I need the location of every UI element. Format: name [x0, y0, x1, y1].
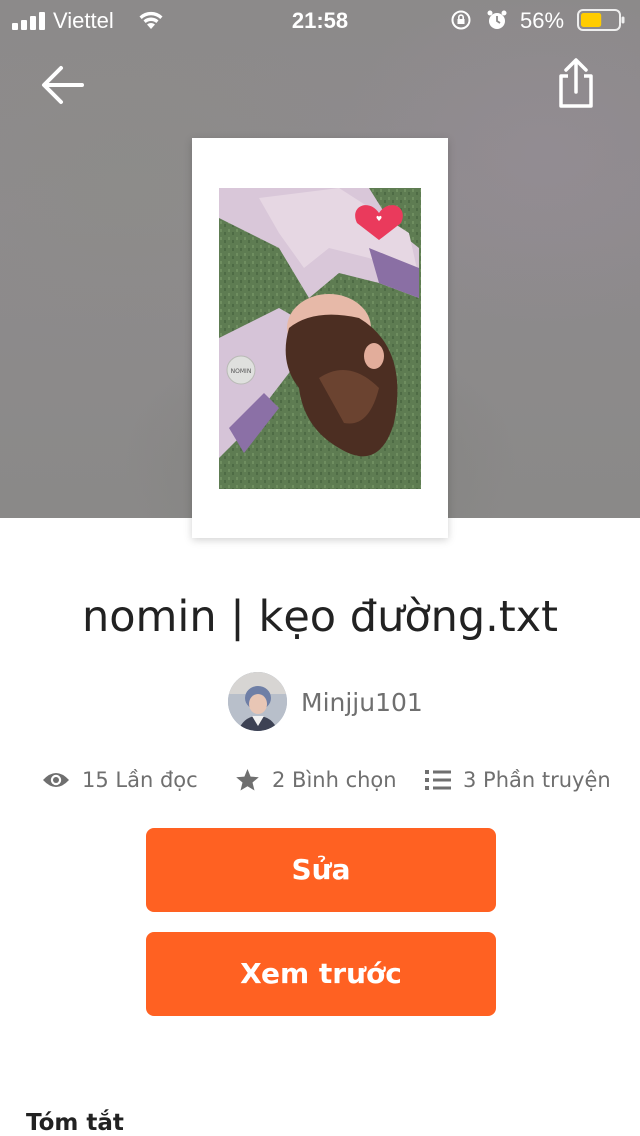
edit-button[interactable]: Sửa: [146, 828, 496, 912]
avatar[interactable]: [228, 672, 287, 731]
svg-text:♥: ♥: [376, 215, 382, 223]
share-button[interactable]: [552, 56, 600, 112]
battery-icon: [577, 9, 625, 31]
reads-stat: 15 Lần đọc: [42, 760, 198, 800]
rotation-lock-icon: [451, 10, 471, 30]
eye-icon: [43, 773, 69, 787]
arrow-left-icon: [42, 66, 84, 104]
story-stats: 15 Lần đọc 2 Bình chọn 3 Phần truyện: [0, 760, 640, 800]
story-cover[interactable]: ♥ NOMIN: [192, 138, 448, 538]
parts-count: 3 Phần truyện: [463, 768, 611, 792]
battery-percentage: 56%: [520, 8, 565, 33]
share-icon: [559, 58, 593, 108]
story-title: nomin | kẹo đường.txt: [81, 592, 559, 642]
preview-button[interactable]: Xem trước: [146, 932, 496, 1016]
author-name[interactable]: Minjju101: [301, 688, 423, 717]
star-icon: [236, 769, 259, 791]
votes-stat: 2 Bình chọn: [235, 760, 397, 800]
votes-count: 2 Bình chọn: [272, 768, 397, 792]
back-button[interactable]: [38, 60, 88, 110]
story-details-page: Viettel 21:58 56% ♥ NOMIN nomin | kẹo đư…: [0, 0, 640, 1136]
list-icon: [425, 770, 451, 790]
parts-stat: 3 Phần truyện: [425, 760, 611, 800]
reads-count: 15 Lần đọc: [82, 768, 198, 792]
cover-image: ♥ NOMIN: [219, 188, 421, 489]
cover-sticker-label: NOMIN: [231, 368, 252, 375]
status-bar: Viettel 21:58 56%: [0, 0, 640, 40]
author-link[interactable]: Minjju101: [228, 672, 448, 732]
alarm-icon: [487, 10, 507, 29]
summary-heading: Tóm tắt: [26, 1110, 124, 1136]
